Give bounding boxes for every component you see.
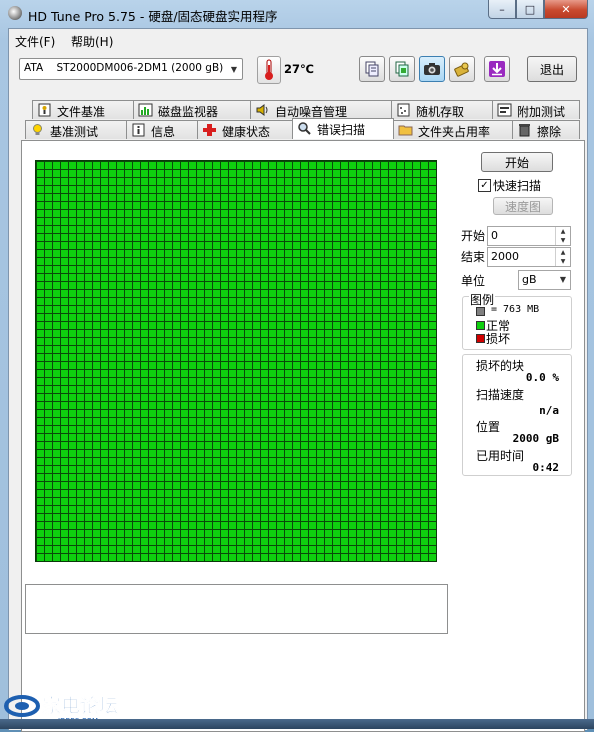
download-button[interactable] <box>484 56 510 82</box>
file-benchmark-icon <box>38 103 51 117</box>
drive-select-value: ATA ST2000DM006-2DM1 (2000 gB) <box>24 62 224 74</box>
info-icon <box>132 123 145 137</box>
legend-block-size: = 763 MB <box>491 304 540 315</box>
drive-select[interactable]: ATA ST2000DM006-2DM1 (2000 gB) ▼ <box>19 58 243 80</box>
quick-scan-checkbox[interactable]: ✓ <box>478 179 491 192</box>
chevron-down-icon: ▼ <box>230 64 238 74</box>
maximize-button[interactable]: □ <box>516 0 544 19</box>
menu-bar: 文件(F) 帮助(H) <box>9 29 587 51</box>
end-spinner[interactable]: 2000 ▲ ▼ <box>487 247 571 267</box>
tab-file-benchmark[interactable]: 文件基准 <box>32 100 134 119</box>
svg-text:家电论坛: 家电论坛 <box>42 694 118 717</box>
hdd-options-icon <box>454 62 469 77</box>
screenshot-button[interactable] <box>419 56 445 82</box>
tab-benchmark[interactable]: 基准测试 <box>25 120 127 139</box>
speaker-icon <box>256 104 268 116</box>
minimize-button[interactable]: – <box>488 0 516 19</box>
folder-icon <box>398 125 413 136</box>
hdtune-app-icon <box>8 6 22 20</box>
toolbar: ATA ST2000DM006-2DM1 (2000 gB) ▼ 27℃ 退出 <box>9 53 587 97</box>
hdd-options-button[interactable] <box>449 56 475 82</box>
chevron-down-icon: ▼ <box>559 275 567 284</box>
tab-noise-management[interactable]: 自动噪音管理 <box>250 100 392 119</box>
scan-speed-label: 扫描速度 <box>476 388 525 402</box>
scan-log-box <box>25 584 448 634</box>
menu-file[interactable]: 文件(F) <box>15 33 55 50</box>
spinner-arrows-icon[interactable]: ▲ ▼ <box>555 248 570 266</box>
start-spinner[interactable]: 0 ▲ ▼ <box>487 226 571 246</box>
position-value: 2000 gB <box>512 432 559 445</box>
title-bar: HD Tune Pro 5.75 - 硬盘/固态硬盘实用程序 – □ ✕ <box>0 0 594 28</box>
trash-icon <box>519 124 530 137</box>
quick-scan-label: 快速扫描 <box>493 179 542 193</box>
legend-bad-label: 损坏 <box>486 332 511 346</box>
speed-map-button[interactable]: 速度图 <box>493 197 553 215</box>
damaged-blocks-label: 损坏的块 <box>476 359 525 373</box>
taskbar-strip <box>0 719 594 729</box>
lightbulb-icon <box>33 124 42 135</box>
menu-help[interactable]: 帮助(H) <box>71 33 113 50</box>
download-icon <box>489 61 505 77</box>
unit-select[interactable]: gB ▼ <box>518 270 571 290</box>
unit-value: gB <box>522 273 537 286</box>
copy-text-icon <box>365 61 379 77</box>
client-area: 文件(F) 帮助(H) ATA ST2000DM006-2DM1 (2000 g… <box>8 28 588 732</box>
error-scan-panel: 开始 ✓ 快速扫描 速度图 开始 0 ▲ ▼ 结束 2000 ▲ ▼ 单位 gB ▼… <box>21 140 585 732</box>
legend-swatch-bad <box>476 334 485 343</box>
tab-error-scan[interactable]: 错误扫描 <box>292 118 394 139</box>
tab-random-access[interactable]: 随机存取 <box>391 100 493 119</box>
legend-swatch-ok <box>476 321 485 330</box>
legend-swatch-block <box>476 307 485 316</box>
app-window: HD Tune Pro 5.75 - 硬盘/固态硬盘实用程序 – □ ✕ 文件(… <box>0 0 594 732</box>
temperature-readout: 27℃ <box>284 62 314 76</box>
end-value: 2000 <box>491 250 519 263</box>
exit-button[interactable]: 退出 <box>527 56 577 82</box>
position-label: 位置 <box>476 420 501 434</box>
tab-extra-tests[interactable]: 附加测试 <box>492 100 580 119</box>
unit-label: 单位 <box>461 274 486 288</box>
spinner-arrows-icon[interactable]: ▲ ▼ <box>555 227 570 245</box>
magnifier-icon <box>298 122 311 135</box>
window-title: HD Tune Pro 5.75 - 硬盘/固态硬盘实用程序 <box>28 9 278 24</box>
damaged-blocks-value: 0.0 % <box>525 371 559 384</box>
elapsed-time-value: 0:42 <box>532 461 560 474</box>
elapsed-time-label: 已用时间 <box>476 449 525 463</box>
copy-text-button[interactable] <box>359 56 385 82</box>
copy-screenshot-button[interactable] <box>389 56 415 82</box>
thermometer-icon <box>257 56 281 84</box>
tab-erase[interactable]: 擦除 <box>512 120 580 139</box>
tab-health[interactable]: 健康状态 <box>197 120 293 139</box>
scan-speed-value: n/a <box>539 404 559 417</box>
disk-monitor-icon <box>138 103 153 117</box>
end-label: 结束 <box>461 250 486 264</box>
tab-info[interactable]: 信息 <box>126 120 198 139</box>
stats-group: 损坏的块 0.0 % 扫描速度 n/a 位置 2000 gB 已用时间 0:42 <box>462 354 572 476</box>
extra-tests-icon <box>497 103 512 117</box>
legend-group: 图例 = 763 MB 正常 损坏 <box>462 291 572 350</box>
start-value: 0 <box>491 229 498 242</box>
start-label: 开始 <box>461 229 486 243</box>
close-button[interactable]: ✕ <box>544 0 588 19</box>
tab-folder-usage[interactable]: 文件夹占用率 <box>393 120 513 139</box>
block-map <box>35 160 437 562</box>
camera-icon <box>424 63 440 75</box>
tab-disk-monitor[interactable]: 磁盘监视器 <box>133 100 251 119</box>
health-cross-icon <box>203 124 216 136</box>
copy-screenshot-icon <box>395 61 409 77</box>
random-access-icon <box>397 103 410 117</box>
start-scan-button[interactable]: 开始 <box>481 152 553 172</box>
